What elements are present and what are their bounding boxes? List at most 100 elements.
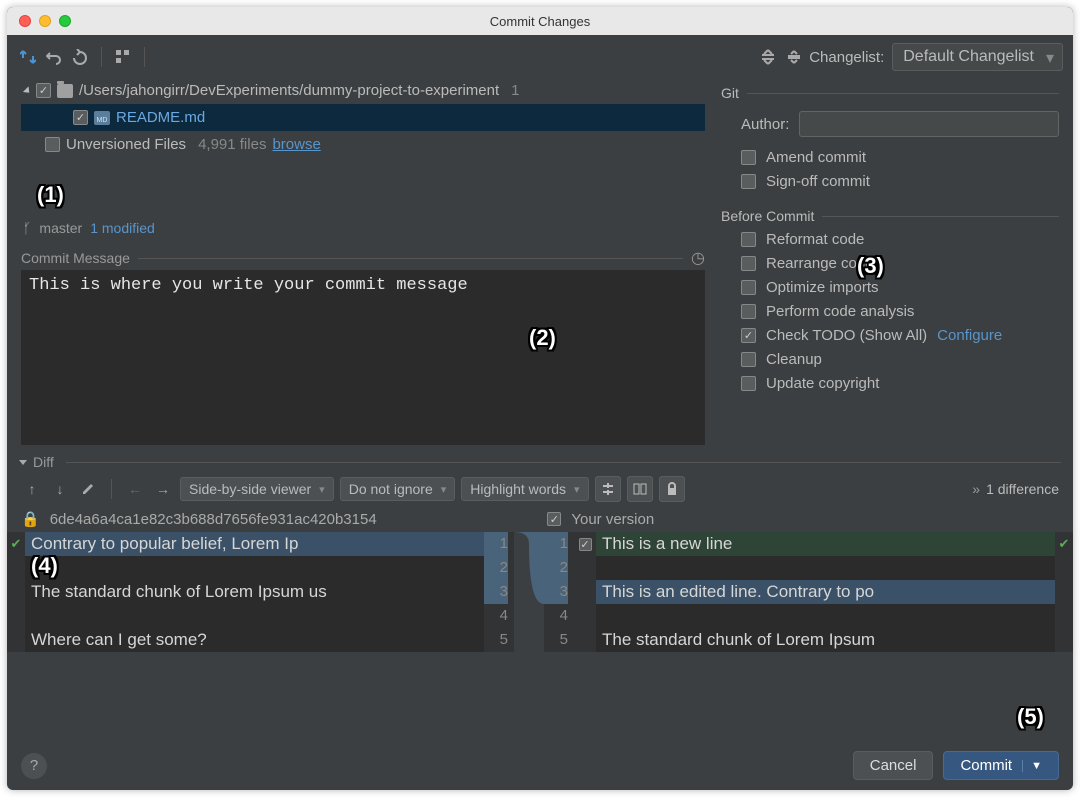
- right-revision-label: Your version: [571, 511, 1059, 528]
- gutter-number: 2: [544, 556, 568, 580]
- diff-line: [596, 604, 1055, 628]
- gutter-number: 1: [484, 532, 508, 556]
- unversioned-checkbox[interactable]: [45, 137, 60, 152]
- sync-scroll-icon[interactable]: [627, 476, 653, 502]
- ignore-dropdown[interactable]: Do not ignore: [340, 477, 456, 501]
- lock-icon[interactable]: [659, 476, 685, 502]
- cleanup-checkbox[interactable]: [741, 352, 756, 367]
- divider: [138, 258, 683, 259]
- amend-checkbox[interactable]: [741, 150, 756, 165]
- author-input[interactable]: [799, 111, 1059, 137]
- copyright-label: Update copyright: [766, 375, 879, 392]
- collapse-all-icon[interactable]: [783, 46, 805, 68]
- left-gutter: 1 2 3 4 5: [484, 532, 514, 652]
- window-title: Commit Changes: [7, 14, 1073, 29]
- next-file-icon[interactable]: →: [152, 478, 174, 500]
- reformat-checkbox[interactable]: [741, 232, 756, 247]
- file-checkbox[interactable]: [73, 110, 88, 125]
- gutter-number: 2: [484, 556, 508, 580]
- markdown-file-icon: MD: [94, 111, 110, 125]
- commit-dropdown-icon[interactable]: ▼: [1022, 760, 1042, 772]
- commit-message-input[interactable]: [21, 270, 705, 445]
- analysis-label: Perform code analysis: [766, 303, 914, 320]
- branch-status-row: ᚶ master 1 modified: [21, 214, 705, 242]
- changelist-dropdown[interactable]: Default Changelist: [892, 43, 1063, 71]
- copyright-checkbox[interactable]: [741, 376, 756, 391]
- lock-small-icon: 🔒: [21, 510, 40, 528]
- rearrange-label: Rearrange code: [766, 255, 874, 272]
- optimize-label: Optimize imports: [766, 279, 879, 296]
- cleanup-label: Cleanup: [766, 351, 822, 368]
- refresh-icon[interactable]: [17, 46, 39, 68]
- diff-viewer[interactable]: ✔ Contrary to popular belief, Lorem Ip T…: [7, 532, 1073, 652]
- prev-file-icon[interactable]: ←: [124, 478, 146, 500]
- group-by-icon[interactable]: [112, 46, 134, 68]
- line-checkbox[interactable]: [579, 538, 592, 551]
- signoff-checkbox[interactable]: [741, 174, 756, 189]
- gutter-number: 5: [544, 628, 568, 652]
- folder-icon: [57, 84, 73, 98]
- commit-message-label: Commit Message: [21, 250, 130, 266]
- unversioned-count: 4,991 files: [198, 136, 266, 153]
- diff-collapse-icon[interactable]: [19, 460, 27, 465]
- separator: [144, 47, 145, 67]
- undo-icon[interactable]: [43, 46, 65, 68]
- tree-file-row[interactable]: MD README.md: [21, 104, 705, 131]
- diff-left-pane: Contrary to popular belief, Lorem Ip The…: [25, 532, 484, 652]
- todo-checkbox[interactable]: [741, 328, 756, 343]
- diff-line: [596, 556, 1055, 580]
- gutter-number: 4: [484, 604, 508, 628]
- author-label: Author:: [741, 116, 789, 133]
- changes-tree: /Users/jahongirr/DevExperiments/dummy-pr…: [21, 77, 705, 158]
- diff-line: Where can I get some?: [25, 628, 484, 652]
- gutter-number: 3: [484, 580, 508, 604]
- edit-icon[interactable]: [77, 478, 99, 500]
- viewer-mode-dropdown[interactable]: Side-by-side viewer: [180, 477, 334, 501]
- expand-all-icon[interactable]: [757, 46, 779, 68]
- tree-root-count: 1: [511, 82, 519, 99]
- accept-icon[interactable]: ✔: [11, 536, 22, 552]
- expand-arrow-icon[interactable]: [23, 86, 32, 95]
- left-revision-hash: 6de4a6a4ca1e82c3b688d7656fe931ac420b3154: [50, 511, 538, 528]
- history-icon[interactable]: ◷: [691, 248, 705, 268]
- commit-toolbar: Changelist: Default Changelist: [7, 35, 1073, 77]
- divider: [747, 93, 1059, 94]
- tree-root-row[interactable]: /Users/jahongirr/DevExperiments/dummy-pr…: [21, 77, 705, 104]
- right-gutter: 1 2 3 4 5: [544, 532, 574, 652]
- collapse-unchanged-icon[interactable]: [595, 476, 621, 502]
- tree-root-label: /Users/jahongirr/DevExperiments/dummy-pr…: [79, 82, 499, 99]
- rearrange-checkbox[interactable]: [741, 256, 756, 271]
- diff-line: The standard chunk of Lorem Ipsum us: [25, 580, 484, 604]
- divider: [822, 216, 1059, 217]
- highlight-dropdown[interactable]: Highlight words: [461, 477, 588, 501]
- diff-line: Contrary to popular belief, Lorem Ip: [25, 532, 484, 556]
- root-checkbox[interactable]: [36, 83, 51, 98]
- diff-line: The standard chunk of Lorem Ipsum: [596, 628, 1055, 652]
- help-button[interactable]: ?: [21, 753, 47, 779]
- modified-count[interactable]: 1 modified: [90, 220, 155, 236]
- diff-toolbar: ↑ ↓ ← → Side-by-side viewer Do not ignor…: [7, 470, 1073, 506]
- diff-right-pane: This is a new line This is an edited lin…: [596, 532, 1055, 652]
- cancel-button[interactable]: Cancel: [853, 751, 934, 780]
- browse-link[interactable]: browse: [272, 136, 320, 153]
- analysis-checkbox[interactable]: [741, 304, 756, 319]
- diff-line: [25, 604, 484, 628]
- before-commit-header: Before Commit: [721, 208, 814, 224]
- right-checkbox[interactable]: [547, 512, 561, 526]
- unversioned-row[interactable]: Unversioned Files 4,991 files browse: [21, 131, 705, 158]
- next-diff-icon[interactable]: ↓: [49, 478, 71, 500]
- unversioned-label: Unversioned Files: [66, 136, 186, 153]
- prev-diff-icon[interactable]: ↑: [21, 478, 43, 500]
- reformat-label: Reformat code: [766, 231, 864, 248]
- configure-link[interactable]: Configure: [937, 327, 1002, 344]
- branch-name: master: [39, 220, 82, 236]
- optimize-checkbox[interactable]: [741, 280, 756, 295]
- todo-label: Check TODO (Show All): [766, 327, 927, 344]
- branch-icon: ᚶ: [23, 220, 31, 236]
- commit-button[interactable]: Commit▼: [943, 751, 1059, 780]
- tree-file-label: README.md: [116, 109, 205, 126]
- diff-section-label: Diff: [33, 454, 54, 470]
- redo-icon[interactable]: [69, 46, 91, 68]
- diff-count-label: 1 difference: [986, 481, 1059, 497]
- accept-all-icon[interactable]: ✔: [1059, 536, 1070, 552]
